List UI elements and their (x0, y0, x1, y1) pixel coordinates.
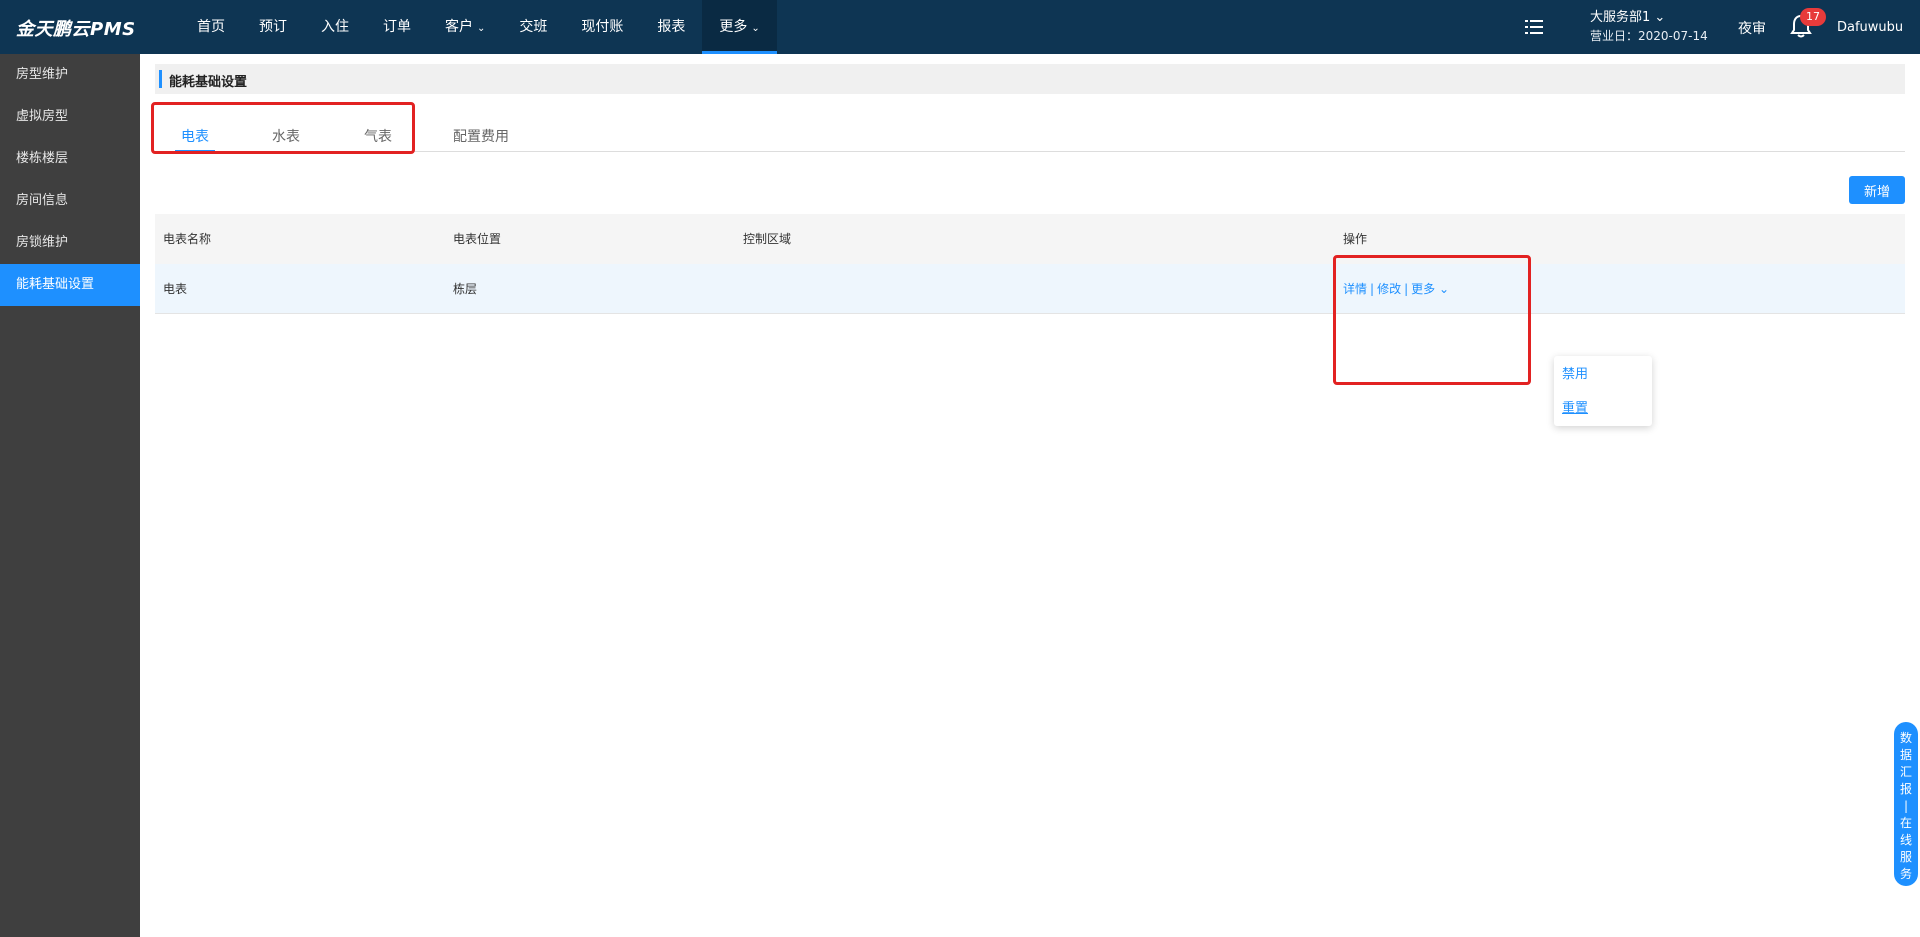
department-selector[interactable]: 大服务部1 ⌄ 营业日：2020-07-14 (1590, 9, 1708, 45)
data-report-online-service-button[interactable]: 数 据 汇 报 | 在 线 服 务 (1894, 722, 1918, 886)
column-header-meter-name: 电表名称 (163, 232, 212, 246)
add-button[interactable]: 新增 (1849, 176, 1905, 204)
business-date: 营业日：2020-07-14 (1590, 29, 1708, 43)
night-audit-button[interactable]: 夜审 (1738, 18, 1766, 38)
page-title: 能耗基础设置 (169, 75, 248, 90)
tab-fee-config[interactable]: 配置费用 (446, 120, 516, 152)
nav-item-checkin[interactable]: 入住 (304, 0, 366, 54)
tab-water-meter[interactable]: 水表 (266, 120, 306, 152)
nav-item-customers[interactable]: 客户 ⌄ (428, 0, 502, 54)
edit-link[interactable]: 修改 (1377, 282, 1401, 296)
cell-meter-name: 电表 (163, 282, 188, 296)
service-label-divider: | (1903, 799, 1909, 813)
action-separator: | (1370, 282, 1375, 296)
tab-gas-meter[interactable]: 气表 (358, 120, 398, 152)
service-label-char: 报 (1899, 782, 1912, 796)
column-header-control-area: 控制区域 (743, 232, 792, 246)
row-actions: 详情 | 修改 | 更多 ⌄ (1343, 264, 1449, 314)
chevron-down-icon: ⌄ (751, 23, 760, 34)
more-actions-menu: 禁用 重置 (1554, 356, 1652, 426)
service-label-char: 服 (1899, 850, 1912, 864)
sidebar-item-room-info[interactable]: 房间信息 (0, 180, 140, 222)
nav-item-reports[interactable]: 报表 (640, 0, 702, 54)
nav-item-home[interactable]: 首页 (180, 0, 242, 54)
sidebar-item-lock-maintenance[interactable]: 房锁维护 (0, 222, 140, 264)
service-label-char: 数 (1899, 731, 1912, 745)
service-label-char: 汇 (1899, 765, 1912, 779)
service-label-char: 线 (1899, 833, 1912, 847)
username[interactable]: Dafuwubu (1837, 20, 1903, 35)
sidebar-item-room-type[interactable]: 房型维护 (0, 54, 140, 96)
department-name: 大服务部1 ⌄ (1590, 10, 1666, 25)
nav-item-cash-account[interactable]: 现付账 (564, 0, 640, 54)
action-separator: | (1404, 282, 1409, 296)
chevron-down-icon: ⌄ (477, 23, 486, 34)
meter-table: 电表名称 电表位置 控制区域 操作 电表 栋层 详情 | 修改 | 更多 ⌄ (155, 214, 1905, 314)
main-nav: 首页 预订 入住 订单 客户 ⌄ 交班 现付账 报表 更多 ⌄ (180, 0, 777, 54)
app-logo[interactable]: 金天鹏云PMS (16, 15, 136, 41)
meter-tabs: 电表 水表 气表 配置费用 (155, 120, 1905, 152)
sidebar-item-virtual-room-type[interactable]: 虚拟房型 (0, 96, 140, 138)
more-actions-dropdown[interactable]: 更多 ⌄ (1411, 282, 1449, 296)
nav-item-more[interactable]: 更多 ⌄ (702, 0, 777, 54)
sidebar: 房型维护 虚拟房型 楼栋楼层 房间信息 房锁维护 能耗基础设置 (0, 54, 140, 937)
menu-item-disable[interactable]: 禁用 (1562, 363, 1588, 382)
sidebar-item-energy-settings[interactable]: 能耗基础设置 (0, 264, 140, 306)
nav-item-shift[interactable]: 交班 (502, 0, 564, 54)
table-row: 电表 栋层 详情 | 修改 | 更多 ⌄ (155, 264, 1905, 314)
menu-item-reset[interactable]: 重置 (1562, 397, 1588, 416)
tab-electric-meter[interactable]: 电表 (175, 120, 215, 152)
main-content: 能耗基础设置 电表 水表 气表 配置费用 新增 电表名称 电表位置 控制区域 操… (140, 54, 1920, 937)
sidebar-item-buildings-floors[interactable]: 楼栋楼层 (0, 138, 140, 180)
column-header-meter-location: 电表位置 (453, 232, 502, 246)
service-label-char: 据 (1899, 748, 1912, 762)
cell-meter-location: 栋层 (453, 282, 478, 296)
title-accent-bar (159, 70, 162, 88)
list-menu-icon[interactable] (1525, 18, 1543, 36)
top-navigation-bar: 金天鹏云PMS 首页 预订 入住 订单 客户 ⌄ 交班 现付账 报表 更多 ⌄ 大服… (0, 0, 1920, 54)
detail-link[interactable]: 详情 (1343, 282, 1367, 296)
service-label-char: 务 (1899, 867, 1912, 881)
page-title-bar: 能耗基础设置 (155, 64, 1905, 94)
nav-item-booking[interactable]: 预订 (242, 0, 304, 54)
nav-item-orders[interactable]: 订单 (366, 0, 428, 54)
column-header-actions: 操作 (1343, 232, 1368, 246)
notification-count-badge: 17 (1800, 8, 1826, 26)
table-header: 电表名称 电表位置 控制区域 操作 (155, 214, 1905, 264)
service-label-char: 在 (1899, 816, 1912, 830)
